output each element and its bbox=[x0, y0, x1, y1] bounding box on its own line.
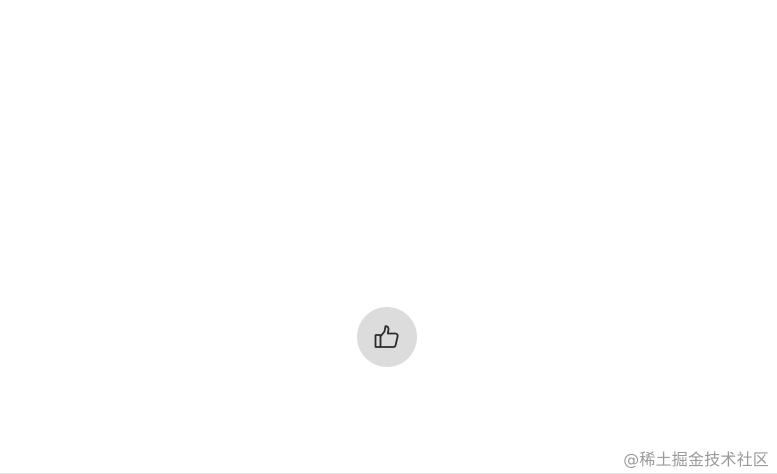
like-button[interactable] bbox=[357, 307, 417, 367]
watermark-text: @稀土掘金技术社区 bbox=[623, 450, 769, 469]
thumbs-up-icon bbox=[372, 322, 402, 352]
canvas: @稀土掘金技术社区 bbox=[0, 0, 777, 474]
